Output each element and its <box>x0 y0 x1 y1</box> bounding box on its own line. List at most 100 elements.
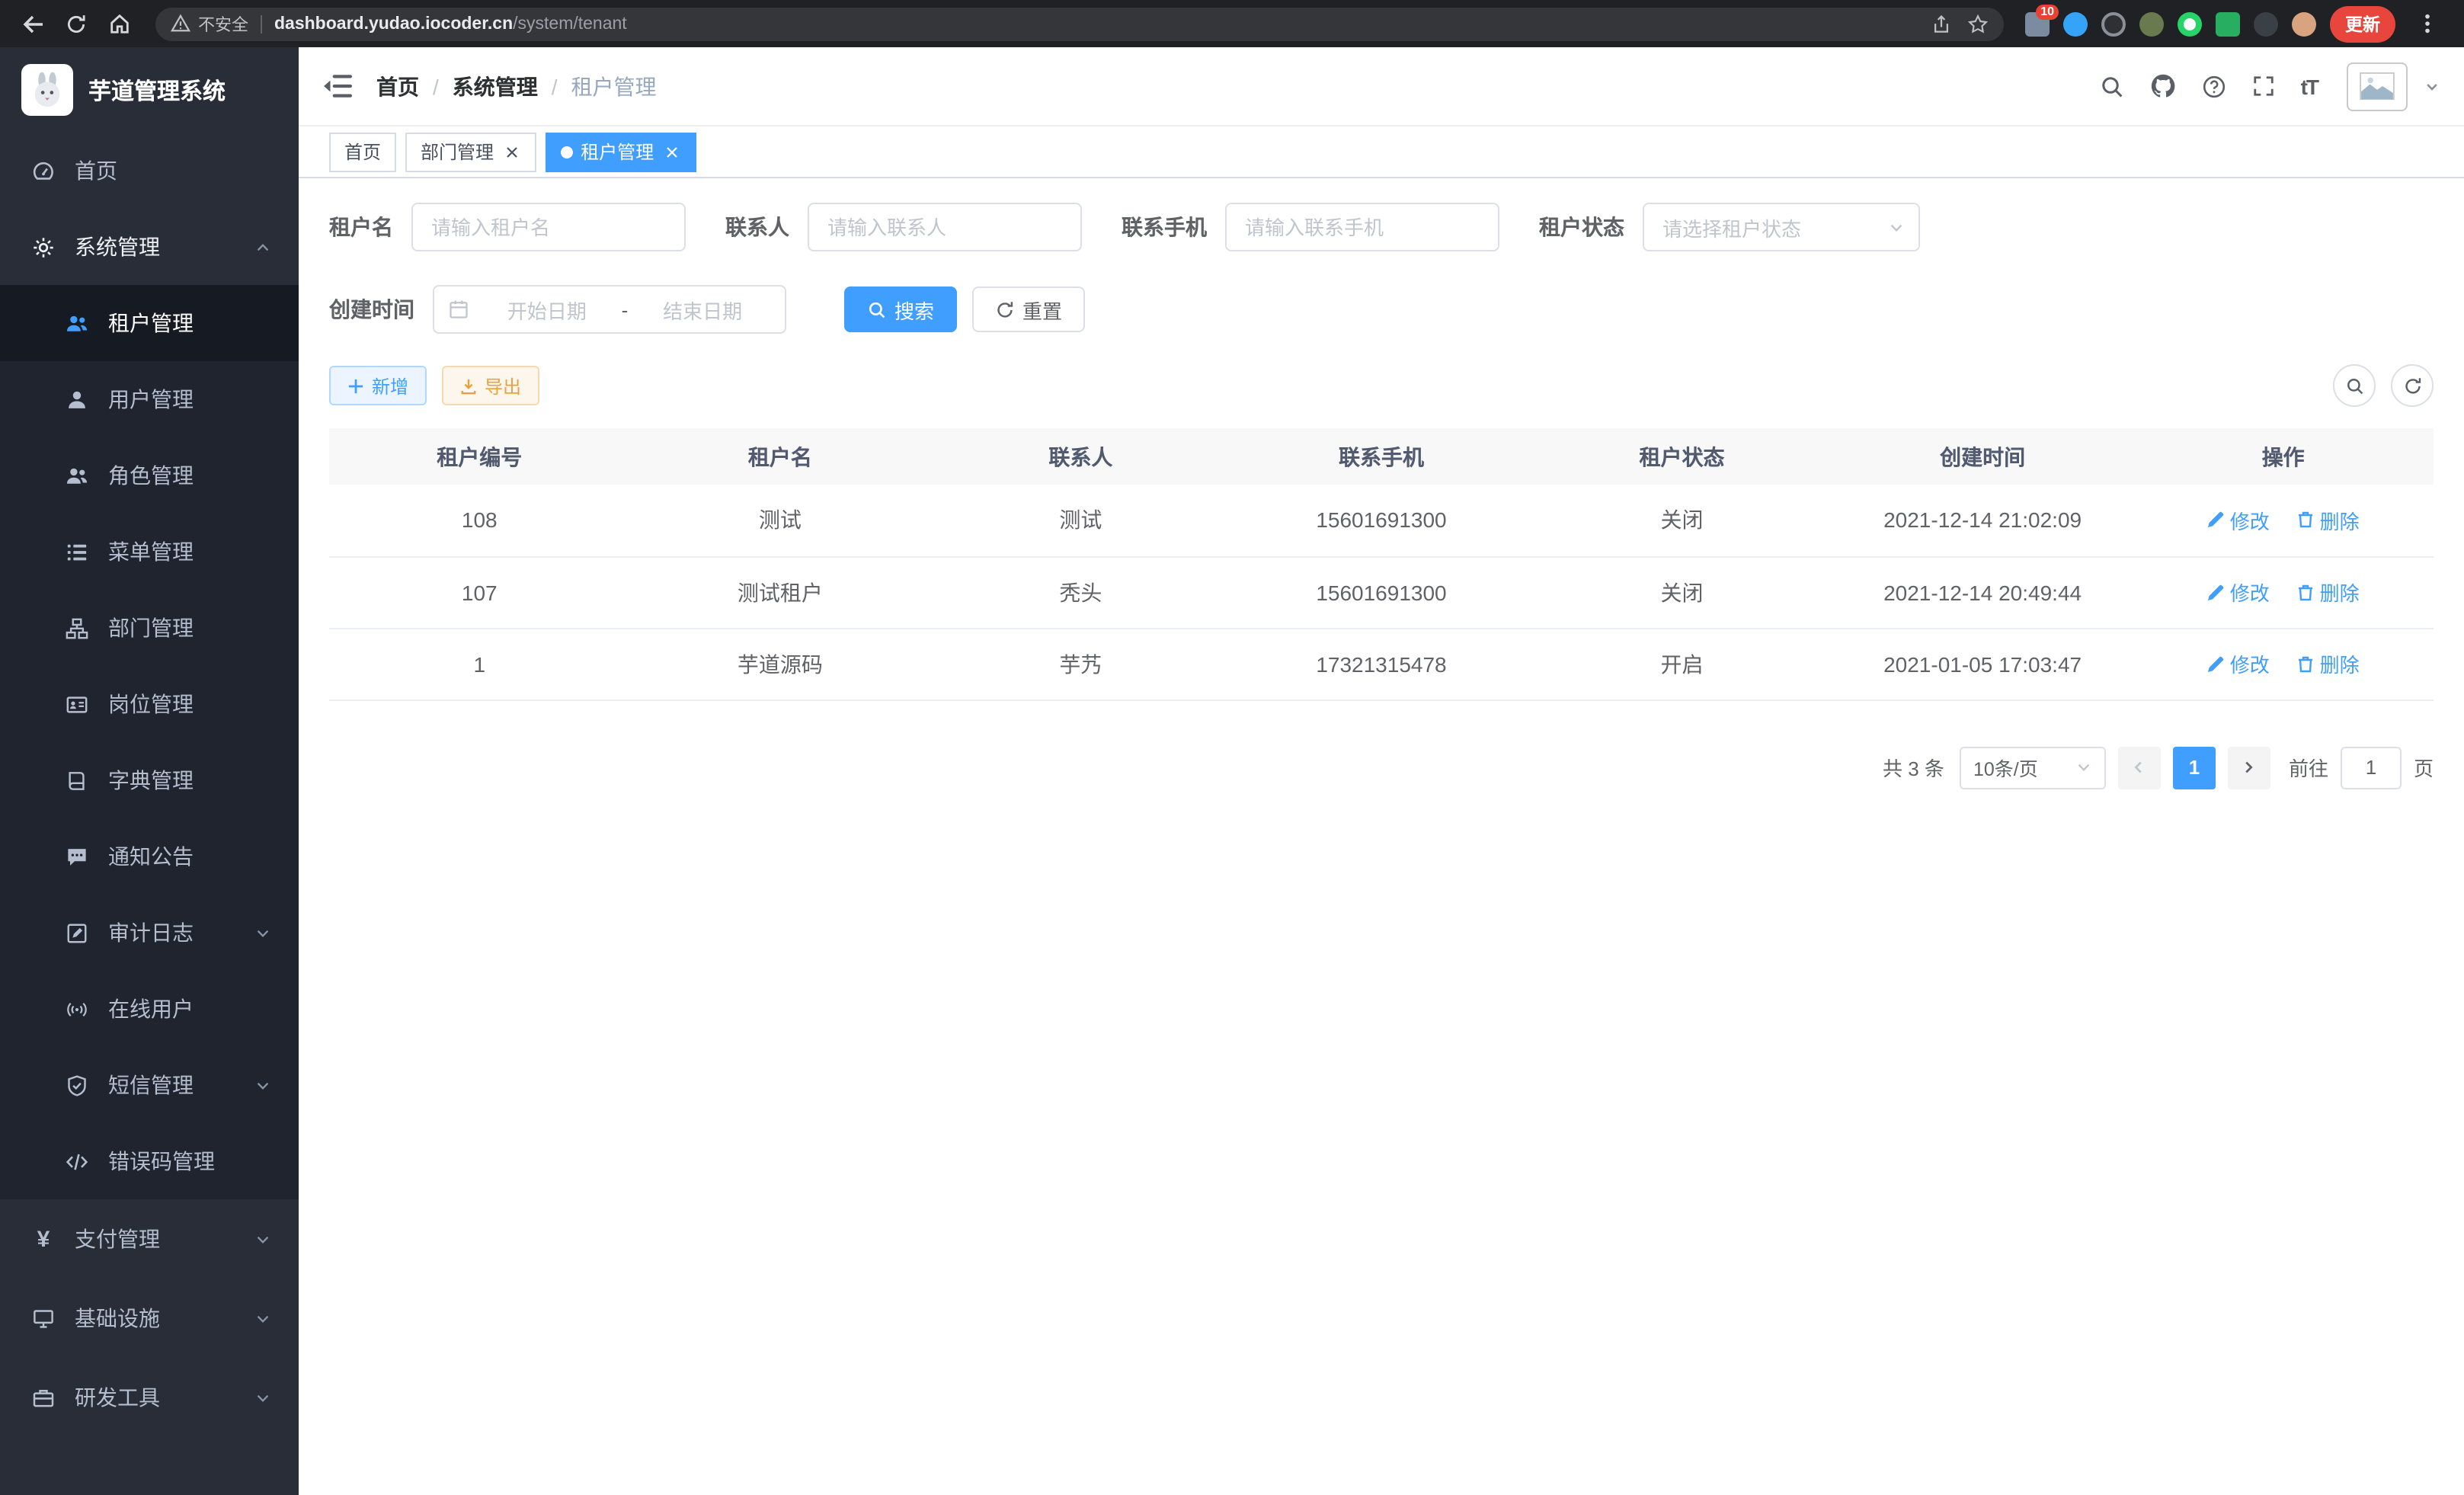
reset-button[interactable]: 重置 <box>972 287 1085 332</box>
sidebar-item-tenant[interactable]: 租户管理 <box>0 285 299 361</box>
dashboard-icon <box>30 159 56 182</box>
tags-view: 首页 部门管理 租户管理 <box>299 126 2464 178</box>
next-page-button[interactable] <box>2228 746 2270 789</box>
export-button[interactable]: 导出 <box>442 366 539 405</box>
search-icon[interactable] <box>2100 74 2124 98</box>
bookmark-star-icon[interactable] <box>1967 13 1989 34</box>
page-1-button[interactable]: 1 <box>2173 746 2216 789</box>
browser-chrome: 不安全 dashboard.yudao.iocoder.cn/system/te… <box>0 0 2464 47</box>
extension-icon[interactable] <box>2101 11 2126 36</box>
create-time-label: 创建时间 <box>329 294 414 325</box>
address-bar[interactable]: 不安全 dashboard.yudao.iocoder.cn/system/te… <box>155 7 2004 40</box>
end-date-placeholder[interactable]: 结束日期 <box>634 295 771 324</box>
post-icon <box>64 693 90 715</box>
extension-icon[interactable] <box>2063 11 2088 36</box>
dept-tree-icon <box>64 616 90 639</box>
sidebar-item-user[interactable]: 用户管理 <box>0 361 299 437</box>
cell-name: 芋道源码 <box>630 628 931 699</box>
search-button[interactable]: 搜索 <box>844 287 957 332</box>
sidebar-item-home[interactable]: 首页 <box>0 133 299 209</box>
sidebar-item-infrastructure[interactable]: 基础设施 <box>0 1279 299 1358</box>
cell-name: 测试租户 <box>630 556 931 628</box>
sidebar-item-sms[interactable]: 短信管理 <box>0 1047 299 1123</box>
sidebar-item-online-users[interactable]: 在线用户 <box>0 971 299 1047</box>
sidebar-item-post[interactable]: 岗位管理 <box>0 666 299 742</box>
home-icon[interactable] <box>101 5 137 42</box>
sidebar-item-role[interactable]: 角色管理 <box>0 437 299 514</box>
contact-input[interactable] <box>808 203 1082 251</box>
sidebar-item-dev-tools[interactable]: 研发工具 <box>0 1358 299 1437</box>
extension-icon[interactable] <box>2216 11 2240 36</box>
edit-button[interactable]: 修改 <box>2207 578 2270 607</box>
font-size-icon[interactable]: tT <box>2301 74 2318 98</box>
toggle-search-button[interactable] <box>2333 364 2376 407</box>
chevron-down-icon <box>2075 759 2092 776</box>
roles-icon <box>64 464 90 487</box>
tab-home[interactable]: 首页 <box>329 132 396 171</box>
extension-icon[interactable] <box>2178 11 2202 36</box>
sidebar-item-system[interactable]: 系统管理 <box>0 209 299 285</box>
cell-contact: 测试 <box>930 485 1231 556</box>
pagination: 共 3 条 10条/页 1 前往 页 <box>329 746 2434 789</box>
sidebar-item-pay[interactable]: ¥ 支付管理 <box>0 1199 299 1279</box>
cell-created: 2021-12-14 20:49:44 <box>1832 556 2133 628</box>
delete-button[interactable]: 删除 <box>2297 649 2360 678</box>
breadcrumb-system[interactable]: 系统管理 <box>453 71 538 101</box>
refresh-button[interactable] <box>2391 364 2434 407</box>
col-contact: 联系人 <box>930 428 1231 485</box>
browser-menu-icon[interactable] <box>2409 5 2446 42</box>
tenant-name-input[interactable] <box>411 203 686 251</box>
close-icon[interactable] <box>501 142 521 162</box>
delete-button[interactable]: 删除 <box>2297 578 2360 607</box>
sidebar-item-menu[interactable]: 菜单管理 <box>0 514 299 590</box>
phone-input[interactable] <box>1225 203 1499 251</box>
github-icon[interactable] <box>2150 73 2176 99</box>
delete-button[interactable]: 删除 <box>2297 506 2360 535</box>
gear-icon <box>30 235 56 258</box>
help-icon[interactable] <box>2202 74 2226 98</box>
add-button[interactable]: 新增 <box>329 366 427 405</box>
extension-icon[interactable]: 10 <box>2025 11 2050 36</box>
tenant-icon <box>64 312 90 335</box>
extension-icon[interactable] <box>2139 11 2164 36</box>
cell-contact: 芋艿 <box>930 628 1231 699</box>
back-icon[interactable] <box>15 5 52 42</box>
table-row: 107 测试租户 秃头 15601691300 关闭 2021-12-14 20… <box>329 556 2434 628</box>
sidebar-item-error-code[interactable]: 错误码管理 <box>0 1123 299 1199</box>
app-logo: 芋道管理系统 <box>0 47 299 133</box>
update-button[interactable]: 更新 <box>2330 5 2395 42</box>
share-icon[interactable] <box>1931 13 1952 34</box>
tab-tenant[interactable]: 租户管理 <box>546 132 696 171</box>
extension-icon[interactable] <box>2254 11 2278 36</box>
collapse-sidebar-icon[interactable] <box>323 73 352 99</box>
date-range-picker[interactable]: 开始日期 - 结束日期 <box>433 285 786 334</box>
tenant-status-select[interactable]: 请选择租户状态 <box>1643 203 1920 251</box>
dict-icon <box>64 769 90 792</box>
tab-dept[interactable]: 部门管理 <box>405 132 536 171</box>
date-range-separator: - <box>622 298 629 321</box>
fullscreen-icon[interactable] <box>2252 75 2275 98</box>
chevron-down-icon <box>254 1310 271 1327</box>
cell-status: 关闭 <box>1531 556 1832 628</box>
profile-avatar[interactable] <box>2292 11 2316 36</box>
sidebar-item-dict[interactable]: 字典管理 <box>0 742 299 818</box>
cell-created: 2021-01-05 17:03:47 <box>1832 628 2133 699</box>
chevron-down-icon[interactable] <box>2424 78 2440 94</box>
page-size-select[interactable]: 10条/页 <box>1960 746 2106 789</box>
reload-icon[interactable] <box>58 5 94 42</box>
sidebar-item-notice[interactable]: 通知公告 <box>0 818 299 895</box>
start-date-placeholder[interactable]: 开始日期 <box>478 295 616 324</box>
edit-button[interactable]: 修改 <box>2207 506 2270 535</box>
sidebar-item-audit-log[interactable]: 审计日志 <box>0 895 299 971</box>
goto-page-input[interactable] <box>2341 746 2402 789</box>
avatar[interactable] <box>2347 62 2408 110</box>
prev-page-button[interactable] <box>2118 746 2161 789</box>
edit-button[interactable]: 修改 <box>2207 649 2270 678</box>
sidebar-item-dept[interactable]: 部门管理 <box>0 590 299 666</box>
chevron-down-icon <box>1888 219 1905 235</box>
contact-label: 联系人 <box>725 212 789 242</box>
breadcrumb-home[interactable]: 首页 <box>376 71 419 101</box>
close-icon[interactable] <box>661 142 681 162</box>
cell-phone: 17321315478 <box>1231 628 1532 699</box>
cell-actions: 修改 删除 <box>2133 556 2434 628</box>
